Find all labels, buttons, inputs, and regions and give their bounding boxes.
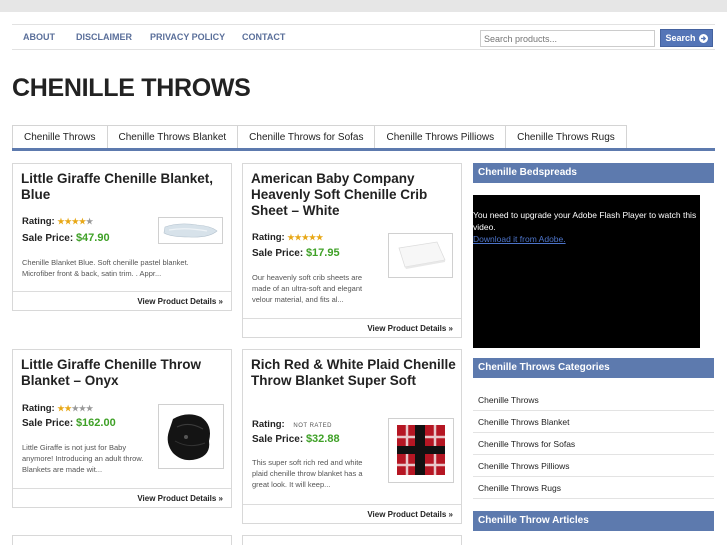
search-button[interactable]: Search <box>660 29 713 47</box>
search-input[interactable] <box>480 30 655 47</box>
arrow-right-icon <box>698 33 708 43</box>
product-thumbnail[interactable] <box>388 233 453 278</box>
sidebar-item-chenille-throws-pilliows[interactable]: Chenille Throws Pilliows <box>473 455 714 477</box>
sidebar-item-chenille-throws-for-sofas[interactable]: Chenille Throws for Sofas <box>473 433 714 455</box>
star-filled-icon: ★ <box>287 233 295 242</box>
price-value: $162.00 <box>75 417 116 429</box>
tab-chenille-throws-for-sofas[interactable]: Chenille Throws for Sofas <box>237 125 376 148</box>
product-thumbnail[interactable] <box>158 404 224 469</box>
product-rating: Rating: ★★★★★ <box>22 403 93 414</box>
product-rating: Rating: NOT RATED <box>252 419 332 430</box>
product-price: Sale Price: $162.00 <box>22 417 116 429</box>
not-rated-label: NOT RATED <box>293 423 332 429</box>
sidebar-item-chenille-throws[interactable]: Chenille Throws <box>473 389 714 411</box>
star-filled-icon: ★ <box>64 217 72 226</box>
product-card: Little Giraffe Chenille Throw Blanket – … <box>12 349 232 508</box>
rating-stars: ★★★★★ <box>57 404 93 413</box>
product-title[interactable]: Rich Red & White Plaid Chenille Throw Bl… <box>251 357 456 389</box>
star-filled-icon: ★ <box>316 233 324 242</box>
star-empty-icon: ★ <box>78 404 87 413</box>
product-title[interactable]: American Baby Company Heavenly Soft Chen… <box>251 171 456 219</box>
sidebar-item-chenille-throws-rugs[interactable]: Chenille Throws Rugs <box>473 477 714 499</box>
product-description: Our heavenly soft crib sheets are made o… <box>252 273 363 304</box>
site-title[interactable]: CHENILLE THROWS <box>12 74 251 103</box>
product-card: Rich Red & White Plaid Chenille Throw Bl… <box>242 349 462 524</box>
nav-disclaimer-link[interactable]: DISCLAIMER <box>76 32 132 42</box>
star-filled-icon: ★ <box>57 404 65 413</box>
product-card <box>12 535 232 545</box>
download-adobe-link[interactable]: Download it from Adobe. <box>473 234 566 244</box>
product-title[interactable]: Little Giraffe Chenille Blanket, Blue <box>21 171 226 203</box>
nav-privacy-policy-link[interactable]: PRIVACY POLICY <box>150 32 225 42</box>
tab-chenille-throws-pilliows[interactable]: Chenille Throws Pilliows <box>374 125 507 148</box>
price-value: $32.88 <box>305 433 340 445</box>
search-button-label: Search <box>665 33 696 43</box>
sidebar-category-list: Chenille Throws Chenille Throws Blanket … <box>473 389 714 499</box>
nav-contact-link[interactable]: CONTACT <box>242 32 285 42</box>
tab-chenille-throws[interactable]: Chenille Throws <box>12 125 108 148</box>
star-filled-icon: ★ <box>308 233 317 242</box>
view-product-details-link[interactable]: View Product Details » <box>13 291 231 310</box>
flash-video-placeholder: You need to upgrade your Adobe Flash Pla… <box>473 195 700 348</box>
product-card: American Baby Company Heavenly Soft Chen… <box>242 163 462 338</box>
star-empty-icon: ★ <box>86 217 94 226</box>
category-navigation: Chenille Throws Chenille Throws Blanket … <box>12 125 715 151</box>
rating-stars: ★★★★★ <box>287 233 323 242</box>
rating-label: Rating: <box>22 403 55 414</box>
view-product-details-link[interactable]: View Product Details » <box>243 504 461 523</box>
product-rating: Rating: ★★★★★ <box>22 216 93 227</box>
sidebar-heading-bedspreads: Chenille Bedspreads <box>473 163 714 183</box>
star-empty-icon: ★ <box>86 404 94 413</box>
top-strip <box>0 0 727 12</box>
star-empty-icon: ★ <box>71 404 79 413</box>
nav-about-link[interactable]: ABOUT <box>23 32 55 42</box>
star-filled-icon: ★ <box>57 217 65 226</box>
tab-chenille-throws-rugs[interactable]: Chenille Throws Rugs <box>505 125 627 148</box>
product-price: Sale Price: $47.90 <box>22 232 110 244</box>
price-label: Sale Price: <box>252 434 304 445</box>
sidebar-item-chenille-throws-blanket[interactable]: Chenille Throws Blanket <box>473 411 714 433</box>
rating-stars: ★★★★★ <box>57 217 93 226</box>
product-description: Chenille Blanket Blue. Soft chenille pas… <box>22 258 189 278</box>
price-label: Sale Price: <box>22 233 74 244</box>
price-value: $17.95 <box>305 247 340 259</box>
rating-label: Rating: <box>22 216 55 227</box>
price-value: $47.90 <box>75 232 110 244</box>
star-filled-icon: ★ <box>64 404 72 413</box>
sidebar-heading-articles: Chenille Throw Articles <box>473 511 714 531</box>
product-price: Sale Price: $17.95 <box>252 247 340 259</box>
rating-label: Rating: <box>252 232 285 243</box>
view-product-details-link[interactable]: View Product Details » <box>13 488 231 507</box>
product-card <box>242 535 462 545</box>
rating-label: Rating: <box>252 419 285 430</box>
product-description: Little Giraffe is not just for Baby anym… <box>22 443 144 474</box>
product-price: Sale Price: $32.88 <box>252 433 340 445</box>
product-description: This super soft rich red and white plaid… <box>252 458 363 489</box>
price-label: Sale Price: <box>252 248 304 259</box>
product-title[interactable]: Little Giraffe Chenille Throw Blanket – … <box>21 357 226 389</box>
product-thumbnail[interactable] <box>158 217 223 244</box>
product-card: Little Giraffe Chenille Blanket, Blue Ra… <box>12 163 232 311</box>
tab-chenille-throws-blanket[interactable]: Chenille Throws Blanket <box>106 125 239 148</box>
price-label: Sale Price: <box>22 418 74 429</box>
star-filled-icon: ★ <box>301 233 309 242</box>
product-rating: Rating: ★★★★★ <box>252 232 323 243</box>
star-filled-icon: ★ <box>71 217 79 226</box>
star-filled-icon: ★ <box>294 233 302 242</box>
flash-message: You need to upgrade your Adobe Flash Pla… <box>473 210 697 232</box>
view-product-details-link[interactable]: View Product Details » <box>243 318 461 337</box>
star-filled-icon: ★ <box>78 217 87 226</box>
sidebar-heading-categories: Chenille Throws Categories <box>473 358 714 378</box>
product-thumbnail[interactable] <box>388 418 454 483</box>
